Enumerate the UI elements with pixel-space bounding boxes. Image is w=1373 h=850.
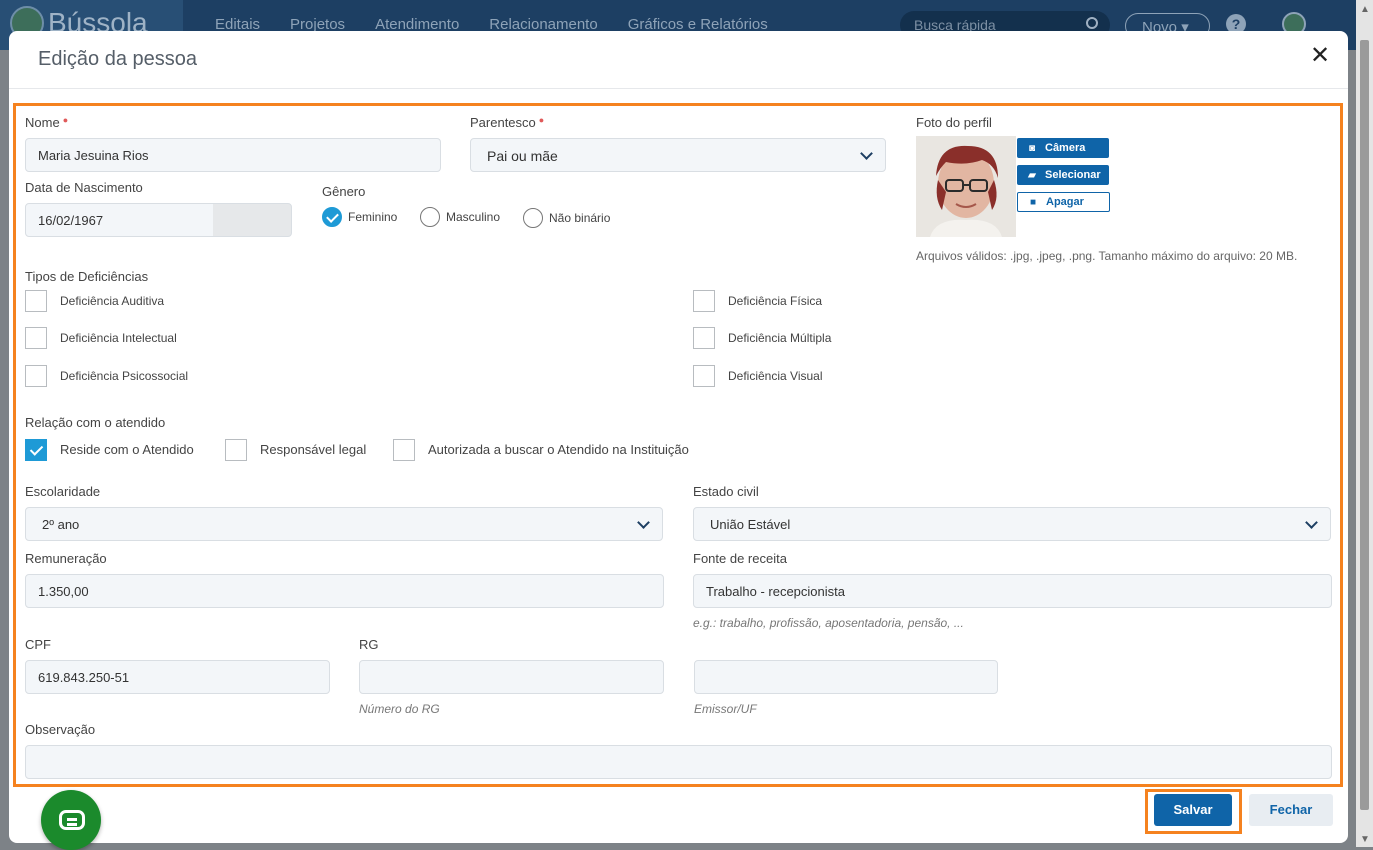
checkbox-responsavel[interactable]: [225, 439, 247, 461]
estado-civil-select[interactable]: União Estável: [693, 507, 1331, 541]
scroll-down-icon[interactable]: ▼: [1360, 834, 1370, 845]
rg-input[interactable]: [359, 660, 664, 694]
emissor-hint: Emissor/UF: [694, 702, 757, 716]
label-reside: Reside com o Atendido: [60, 442, 194, 457]
nascimento-label: Data de Nascimento: [25, 180, 143, 195]
page-scrollbar[interactable]: ▲ ▼: [1356, 0, 1373, 847]
save-button[interactable]: Salvar: [1154, 794, 1232, 826]
estado-civil-value: União Estável: [710, 517, 791, 532]
genero-masculino-radio[interactable]: [420, 207, 440, 227]
label-autorizada: Autorizada a buscar o Atendido na Instit…: [428, 442, 689, 457]
chevron-down-icon: [860, 147, 873, 160]
chevron-down-icon: [637, 516, 650, 529]
observacao-label: Observação: [25, 722, 96, 737]
close-icon[interactable]: ✕: [1306, 43, 1334, 71]
modal-title: Edição da pessoa: [38, 48, 198, 70]
genero-naobinario-radio[interactable]: [523, 208, 543, 228]
modal-header: Edição da pessoa ✕: [9, 31, 1348, 89]
fonte-receita-label: Fonte de receita: [693, 551, 787, 566]
label-responsavel: Responsável legal: [260, 442, 367, 457]
relacao-label: Relação com o atendido: [25, 415, 166, 430]
parentesco-select[interactable]: Pai ou mãe: [470, 138, 886, 172]
rg-label: RG: [359, 637, 379, 652]
label-multipla: Deficiência Múltipla: [728, 331, 832, 345]
cpf-input[interactable]: 619.843.250-51: [25, 660, 330, 694]
delete-photo-button[interactable]: ■ Apagar: [1017, 192, 1110, 212]
deficiencias-label: Tipos de Deficiências: [25, 269, 149, 284]
foto-label: Foto do perfil: [916, 115, 992, 130]
folder-icon: ▰: [1028, 169, 1036, 181]
checkbox-visual[interactable]: [693, 365, 715, 387]
remuneracao-input[interactable]: 1.350,00: [25, 574, 664, 608]
parentesco-value: Pai ou mãe: [487, 148, 558, 164]
nome-label: Nome ●: [25, 115, 69, 130]
escolaridade-value: 2º ano: [42, 517, 80, 532]
camera-button[interactable]: ◙ Câmera: [1017, 138, 1109, 158]
checkbox-reside[interactable]: [25, 439, 47, 461]
delete-button-label: Apagar: [1046, 196, 1084, 208]
camera-button-label: Câmera: [1045, 142, 1086, 154]
label-visual: Deficiência Visual: [728, 369, 823, 383]
label-fisica: Deficiência Física: [728, 294, 823, 308]
rg-hint: Número do RG: [359, 702, 440, 716]
checkbox-autorizada[interactable]: [393, 439, 415, 461]
checkbox-intelectual[interactable]: [25, 327, 47, 349]
emissor-input[interactable]: [694, 660, 998, 694]
estado-civil-label: Estado civil: [693, 484, 759, 499]
genero-feminino-radio[interactable]: [322, 207, 342, 227]
parentesco-label: Parentesco ●: [470, 115, 545, 130]
escolaridade-select[interactable]: 2º ano: [25, 507, 663, 541]
nascimento-input[interactable]: 16/02/1967: [25, 203, 292, 237]
camera-icon: ◙: [1028, 142, 1036, 154]
search-icon: [1086, 17, 1098, 29]
escolaridade-label: Escolaridade: [25, 484, 101, 499]
checkbox-psicossocial[interactable]: [25, 365, 47, 387]
photo-hint: Arquivos válidos: .jpg, .jpeg, .png. Tam…: [916, 249, 1298, 263]
remuneracao-label: Remuneração: [25, 551, 107, 566]
genero-feminino-label: Feminino: [348, 210, 398, 224]
checkbox-fisica[interactable]: [693, 290, 715, 312]
genero-masculino-label: Masculino: [446, 210, 501, 224]
genero-naobinario-label: Não binário: [549, 211, 611, 225]
edit-person-modal: Edição da pessoa ✕ Nome ● Maria Jesuina R…: [9, 31, 1348, 850]
nascimento-value: 16/02/1967: [38, 213, 104, 228]
observacao-input[interactable]: [25, 745, 1332, 779]
cpf-label: CPF: [25, 637, 51, 652]
label-auditiva: Deficiência Auditiva: [60, 294, 165, 308]
close-button[interactable]: Fechar: [1249, 794, 1333, 826]
scroll-thumb[interactable]: [1360, 40, 1369, 810]
genero-label: Gênero: [322, 184, 366, 199]
chat-icon: [59, 810, 85, 830]
select-button-label: Selecionar: [1045, 169, 1101, 181]
fonte-receita-hint: e.g.: trabalho, profissão, aposentadoria…: [693, 616, 964, 630]
label-psicossocial: Deficiência Psicossocial: [60, 369, 189, 383]
chat-button[interactable]: [41, 790, 101, 850]
scroll-up-icon[interactable]: ▲: [1360, 4, 1370, 15]
nome-input[interactable]: Maria Jesuina Rios: [25, 138, 441, 172]
chevron-down-icon: [1305, 516, 1318, 529]
fonte-receita-input[interactable]: Trabalho - recepcionista: [693, 574, 1332, 608]
checkbox-auditiva[interactable]: [25, 290, 47, 312]
trash-icon: ■: [1029, 196, 1037, 208]
select-photo-button[interactable]: ▰ Selecionar: [1017, 165, 1109, 185]
profile-photo: [916, 136, 1016, 237]
label-intelectual: Deficiência Intelectual: [60, 331, 177, 345]
checkbox-multipla[interactable]: [693, 327, 715, 349]
